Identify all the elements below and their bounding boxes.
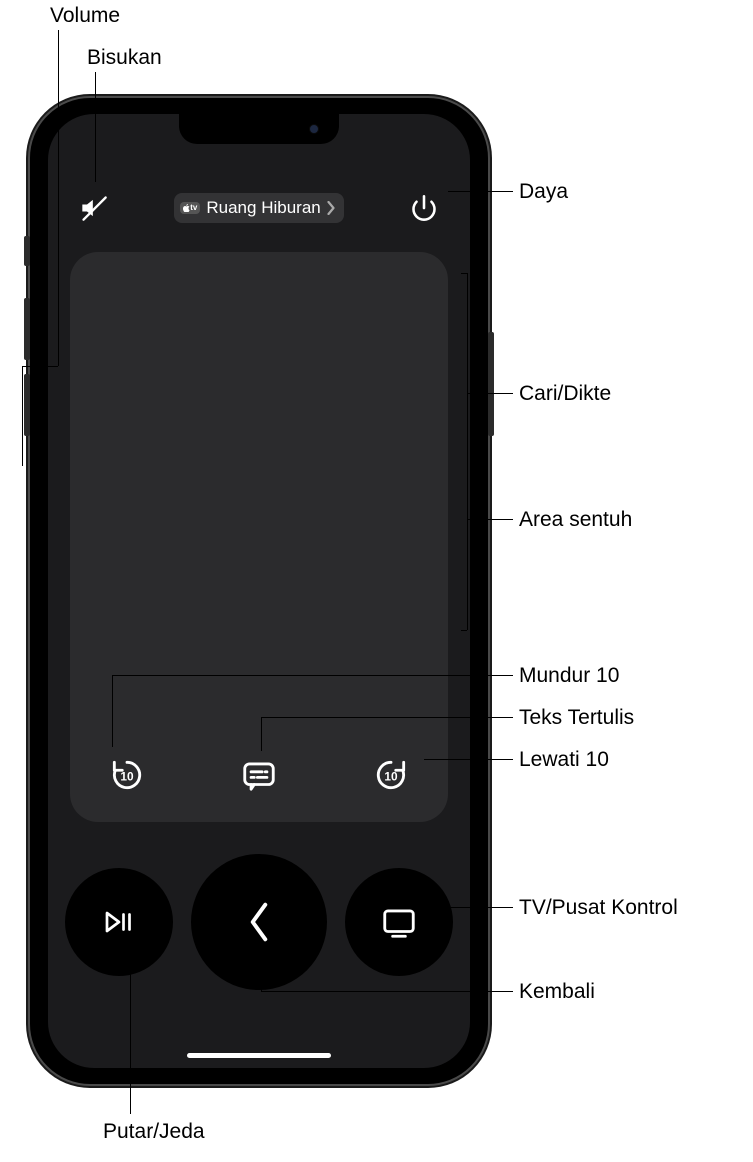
physical-volume-down [24,374,30,436]
svg-text:10: 10 [384,770,398,784]
play-pause-icon [101,904,137,940]
label-power: Daya [519,180,568,204]
play-pause-button[interactable] [65,868,173,976]
leader [22,366,58,367]
leader [261,717,262,751]
phone-screen: tv Ruang Hiburan [48,114,470,1068]
power-icon [410,194,438,222]
tv-control-center-button[interactable] [345,868,453,976]
leader [22,366,23,466]
leader [424,759,513,760]
captions-button[interactable] [232,748,286,802]
bottom-controls-row [48,854,470,990]
leader [112,675,113,747]
label-tv-control-center: TV/Pusat Kontrol [519,896,678,920]
apple-logo-icon [183,204,190,212]
device-selector[interactable]: tv Ruang Hiburan [174,193,343,223]
leader [461,273,467,274]
captions-icon [240,756,278,794]
device-label: Ruang Hiburan [206,198,320,218]
back-button[interactable] [191,854,327,990]
mute-button[interactable] [76,190,112,226]
physical-side-button [488,332,494,436]
label-skip10: Lewati 10 [519,748,609,772]
tv-badge-text: tv [190,204,197,212]
leader [467,273,468,630]
physical-volume-up [24,298,30,360]
phone-frame: tv Ruang Hiburan [28,96,490,1086]
leader [261,717,513,718]
label-back: Kembali [519,980,595,1004]
rewind-10-button[interactable]: 10 [100,748,154,802]
leader [95,72,96,182]
leader [448,191,513,192]
tv-screen-icon [380,903,418,941]
notch [179,114,339,144]
touch-area[interactable]: 10 1 [70,252,448,822]
leader [467,519,513,520]
leader [467,393,513,394]
label-volume: Volume [50,4,120,28]
apple-tv-badge: tv [180,202,200,214]
front-camera [309,124,319,134]
label-rewind10: Mundur 10 [519,664,619,688]
touch-footer-row: 10 1 [70,748,448,802]
leader [261,963,262,991]
leader [58,30,59,366]
label-search-dictate: Cari/Dikte [519,382,611,406]
leader [461,630,467,631]
header-row: tv Ruang Hiburan [48,190,470,226]
label-mute: Bisukan [87,46,162,70]
physical-mute-switch [24,236,30,266]
forward-10-button[interactable]: 10 [364,748,418,802]
label-play-pause: Putar/Jeda [103,1120,205,1144]
back-chevron-icon [244,900,274,944]
leader [442,907,513,908]
mute-icon [80,194,108,222]
power-button[interactable] [406,190,442,226]
leader [130,955,131,1114]
home-indicator[interactable] [187,1053,331,1058]
rewind-10-icon: 10 [108,756,146,794]
leader [261,991,513,992]
forward-10-icon: 10 [372,756,410,794]
label-captions: Teks Tertulis [519,706,634,730]
label-touch-area: Area sentuh [519,508,632,532]
chevron-right-icon [327,201,336,215]
svg-text:10: 10 [120,770,134,784]
leader [112,675,513,676]
